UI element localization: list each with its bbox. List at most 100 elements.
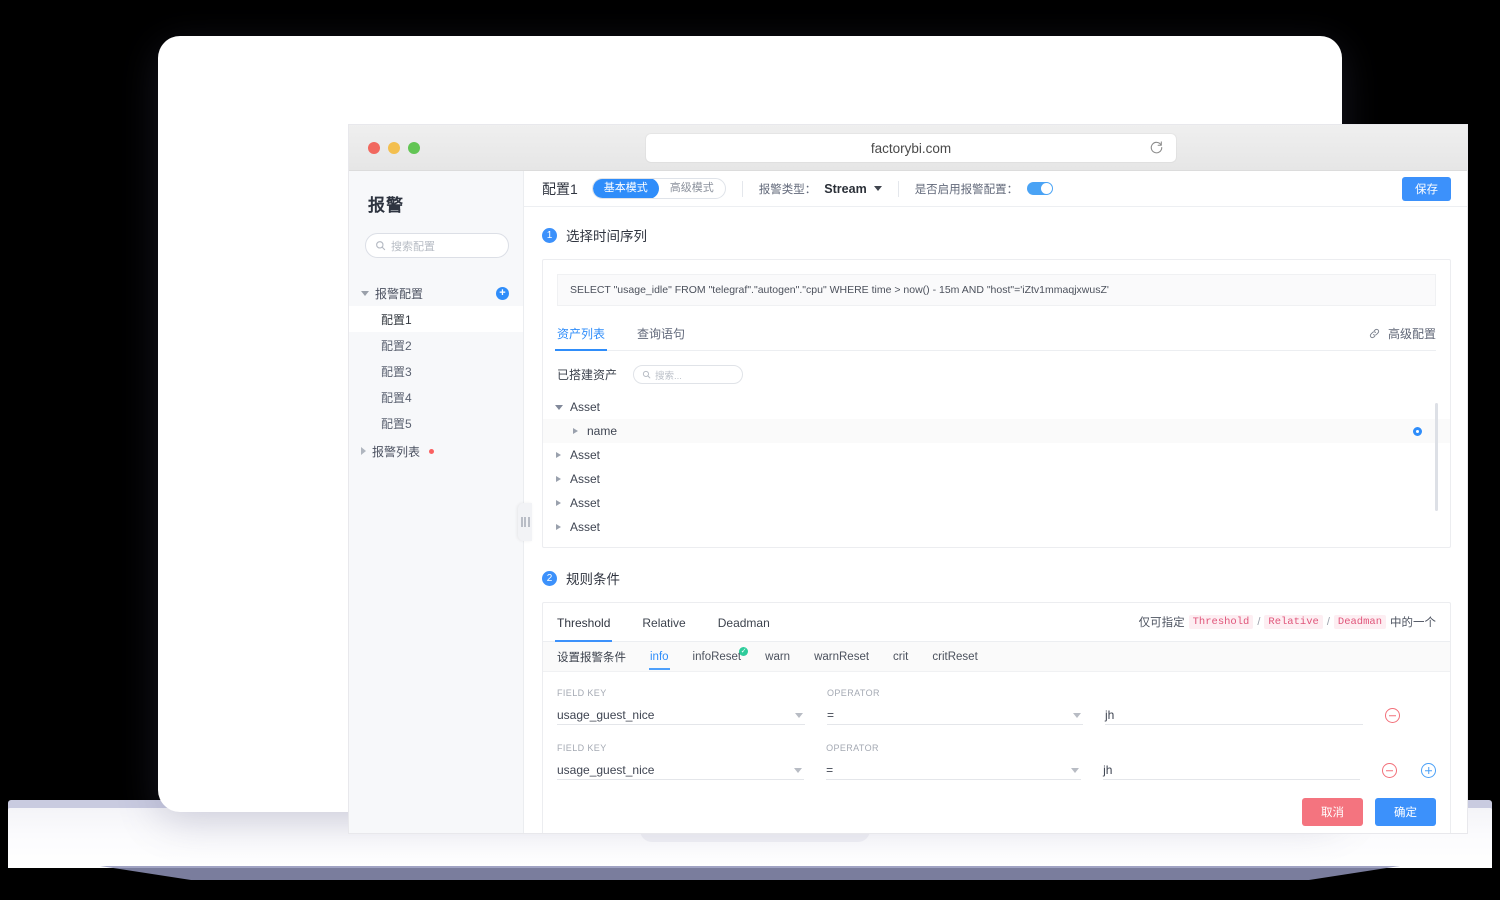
- sidebar-group-label: 报警列表: [372, 444, 421, 459]
- confirm-button[interactable]: 确定: [1375, 798, 1436, 826]
- value-input[interactable]: jh: [1103, 761, 1361, 780]
- sidebar-group-alarm-list[interactable]: 报警列表: [349, 438, 523, 464]
- hint-code-relative: Relative: [1264, 615, 1323, 629]
- chevron-right-icon[interactable]: [556, 524, 561, 530]
- add-condition-button[interactable]: [1421, 763, 1437, 778]
- condition-row: FIELD KEY usage_guest_nice OPERATOR = jh: [557, 688, 1436, 725]
- cancel-button[interactable]: 取消: [1302, 798, 1363, 826]
- cond-tab-crit[interactable]: crit: [893, 645, 908, 669]
- sidebar-item-config1[interactable]: 配置1: [349, 306, 523, 332]
- cond-tab-label: crit: [893, 650, 909, 663]
- advanced-config-link[interactable]: 高级配置: [1368, 325, 1436, 342]
- tab-deadman[interactable]: Deadman: [718, 603, 770, 641]
- step-number: 1: [542, 227, 557, 243]
- tree-row-asset[interactable]: Asset: [543, 467, 1450, 491]
- condition-rows: FIELD KEY usage_guest_nice OPERATOR = jh…: [543, 672, 1450, 780]
- window-controls[interactable]: [368, 141, 420, 154]
- source-tabs: 资产列表 查询语句 高级配置: [554, 316, 1436, 351]
- field-key-select[interactable]: usage_guest_nice: [557, 706, 805, 725]
- condition-row: FIELD KEY usage_guest_nice OPERATOR = jh: [557, 743, 1437, 780]
- chevron-down-icon: [795, 712, 803, 718]
- tree-row-label: Asset: [570, 520, 601, 534]
- asset-browser: 已搭建资产 搜索... Asset name Asset Asset Asset…: [543, 351, 1450, 547]
- mode-switch[interactable]: 基本模式 高级模式: [591, 178, 726, 199]
- asset-header: 已搭建资产 搜索...: [543, 365, 1450, 384]
- advanced-config-label: 高级配置: [1387, 326, 1436, 341]
- hint-code-threshold: Threshold: [1188, 615, 1254, 629]
- cond-tab-critreset[interactable]: critReset: [932, 645, 977, 669]
- operator-select[interactable]: =: [826, 761, 1082, 780]
- operator-caption: OPERATOR: [827, 688, 880, 698]
- cond-tab-warnreset[interactable]: warnReset: [814, 645, 869, 669]
- remove-condition-button[interactable]: [1385, 708, 1400, 723]
- tree-row-asset[interactable]: Asset: [543, 491, 1450, 515]
- chevron-down-icon: [1073, 712, 1081, 718]
- enable-alarm-toggle[interactable]: [1027, 182, 1054, 195]
- chevron-right-icon[interactable]: [573, 428, 578, 434]
- page-title: 报警: [368, 196, 404, 215]
- chevron-down-icon[interactable]: [873, 186, 882, 191]
- value-input[interactable]: jh: [1105, 706, 1363, 725]
- tab-relative[interactable]: Relative: [642, 603, 685, 641]
- sidebar-collapse-handle[interactable]: [518, 503, 532, 541]
- divider: [741, 180, 743, 197]
- tree-scrollbar[interactable]: [1435, 403, 1438, 511]
- operator-value: =: [826, 763, 834, 777]
- minimize-icon[interactable]: [388, 141, 400, 154]
- tree-row-asset[interactable]: Asset: [543, 395, 1450, 419]
- sidebar-item-label: 配置3: [381, 364, 412, 379]
- operator-select[interactable]: =: [827, 706, 1083, 725]
- search-input[interactable]: 搜索配置: [365, 233, 509, 258]
- chevron-down-icon: [794, 767, 803, 773]
- laptop-base-bottom: [100, 866, 1400, 880]
- chevron-right-icon[interactable]: [556, 500, 561, 506]
- maximize-icon[interactable]: [408, 141, 420, 154]
- hint-separator: /: [1257, 616, 1261, 628]
- chevron-down-icon: [1071, 767, 1080, 773]
- reload-icon[interactable]: [1149, 140, 1164, 155]
- operator-group: OPERATOR =: [827, 688, 1083, 725]
- tree-row-asset[interactable]: Asset: [543, 515, 1450, 539]
- tree-row-radio-selected[interactable]: [1413, 426, 1422, 436]
- url-text: factorybi.com: [870, 140, 952, 156]
- tab-threshold[interactable]: Threshold: [554, 603, 613, 642]
- divider: [897, 180, 899, 197]
- chevron-right-icon[interactable]: [556, 476, 561, 482]
- chevron-right-icon[interactable]: [556, 452, 561, 458]
- mode-advanced-button[interactable]: 高级模式: [659, 179, 725, 198]
- tree-row-name[interactable]: name: [543, 419, 1450, 443]
- value-text: jh: [1103, 763, 1113, 777]
- browser-titlebar: factorybi.com: [349, 125, 1467, 171]
- save-button[interactable]: 保存: [1402, 176, 1451, 201]
- alarm-type-value[interactable]: Stream: [824, 182, 866, 196]
- close-icon[interactable]: [368, 141, 380, 154]
- sidebar-item-label: 配置2: [381, 338, 412, 353]
- cond-tab-info[interactable]: info: [649, 645, 670, 670]
- cond-tab-inforeset[interactable]: infoReset ✓: [693, 645, 749, 669]
- asset-search-input[interactable]: 搜索...: [633, 365, 744, 384]
- field-key-group: FIELD KEY usage_guest_nice: [557, 688, 805, 725]
- cond-tab-warn[interactable]: warn: [765, 645, 790, 669]
- sidebar-item-config2[interactable]: 配置2: [349, 332, 523, 358]
- field-key-value: usage_guest_nice: [557, 708, 655, 722]
- mode-basic-button[interactable]: 基本模式: [592, 179, 659, 198]
- timeseries-panel: SELECT "usage_idle" FROM "telegraf"."aut…: [542, 259, 1451, 548]
- sidebar-item-config5[interactable]: 配置5: [349, 410, 523, 436]
- value-text: jh: [1105, 708, 1115, 722]
- sidebar-item-config4[interactable]: 配置4: [349, 384, 523, 410]
- sidebar-group-header[interactable]: 报警配置 +: [349, 280, 523, 306]
- screenshot-root: factorybi.com 报警 搜索配置 报警配置 + 配置1 配置2 配置3…: [0, 0, 1500, 900]
- sidebar-item-label: 配置5: [381, 416, 412, 431]
- chevron-down-icon[interactable]: [555, 404, 563, 410]
- sidebar-item-config3[interactable]: 配置3: [349, 358, 523, 384]
- remove-condition-button[interactable]: [1382, 763, 1398, 778]
- tree-row-label: Asset: [570, 448, 601, 462]
- tab-asset-list[interactable]: 资产列表: [554, 316, 608, 351]
- tab-query-statement[interactable]: 查询语句: [637, 316, 685, 350]
- tree-row-asset[interactable]: Asset: [543, 443, 1450, 467]
- add-config-button[interactable]: +: [496, 286, 509, 300]
- field-key-select[interactable]: usage_guest_nice: [557, 761, 805, 780]
- address-bar[interactable]: factorybi.com: [646, 134, 1176, 162]
- tree-row-label: Asset: [570, 496, 601, 510]
- sql-preview: SELECT "usage_idle" FROM "telegraf"."aut…: [557, 274, 1436, 306]
